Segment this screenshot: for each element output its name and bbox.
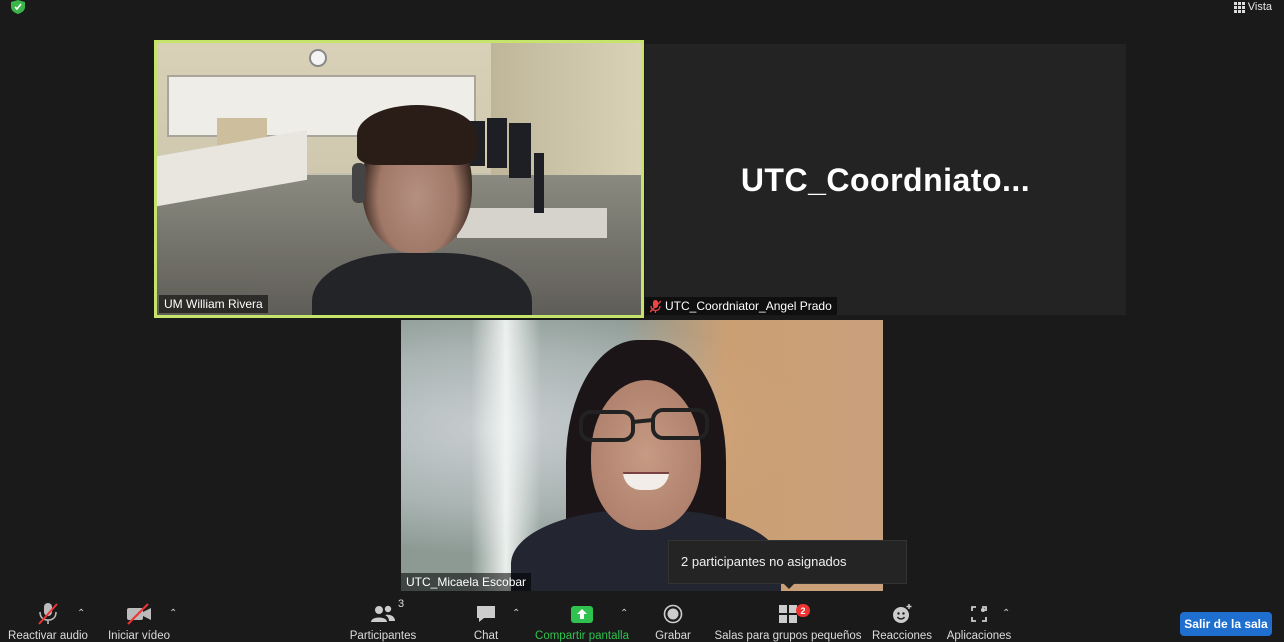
audio-options-caret[interactable]: ⌃ [77, 608, 85, 619]
breakout-rooms-button[interactable]: 2 Salas para grupos pequeños [714, 594, 862, 642]
unmute-label: Reactivar audio [8, 630, 88, 642]
grid-icon [1233, 2, 1245, 13]
apps-icon [966, 602, 992, 626]
participant-name: UTC_Coordniator_Angel Prado [665, 299, 832, 313]
apps-options-caret[interactable]: ⌃ [1002, 608, 1010, 619]
participant-name: UTC_Micaela Escobar [406, 575, 527, 589]
participant-display-name: UTC_Coordniato... [740, 162, 1031, 198]
share-screen-label: Compartir pantalla [535, 630, 629, 642]
view-label: Vista [1247, 1, 1272, 13]
participants-button[interactable]: 3 Participantes [344, 594, 422, 642]
participant-name: UM William Rivera [164, 297, 263, 311]
participant-name-tag: UTC_Micaela Escobar [401, 573, 532, 591]
participants-count: 3 [398, 598, 405, 610]
reactions-label: Reacciones [871, 630, 933, 642]
chat-button[interactable]: Chat [460, 594, 512, 642]
apps-label: Aplicaciones [946, 630, 1012, 642]
emoji-icon [889, 602, 915, 626]
record-label: Grabar [655, 630, 691, 642]
record-icon [660, 602, 686, 626]
people-icon: 3 [370, 598, 404, 626]
mic-muted-icon [650, 299, 661, 313]
share-options-caret[interactable]: ⌃ [620, 608, 628, 619]
video-tile-william-rivera[interactable]: UM William Rivera [154, 40, 644, 318]
chat-options-caret[interactable]: ⌃ [512, 608, 520, 619]
meeting-toolbar: Reactivar audio ⌃ Iniciar vídeo ⌃ 3 Part… [0, 594, 1284, 642]
chat-label: Chat [473, 630, 499, 642]
share-screen-icon [569, 602, 595, 626]
video-tile-angel-prado[interactable]: UTC_Coordniato... UTC_Coordniator_Angel … [645, 44, 1126, 315]
breakout-rooms-icon: 2 [775, 602, 810, 626]
breakout-badge: 2 [796, 604, 810, 617]
start-video-label: Iniciar vídeo [107, 630, 170, 642]
unassigned-participants-tooltip: 2 participantes no asignados [668, 540, 907, 584]
participant-name-tag: UTC_Coordniator_Angel Prado [645, 297, 837, 315]
video-off-icon [126, 602, 152, 626]
tooltip-text: 2 participantes no asignados [681, 554, 847, 569]
breakout-rooms-label: Salas para grupos pequeños [714, 630, 862, 642]
video-feed [157, 43, 641, 315]
share-screen-button[interactable]: Compartir pantalla [530, 594, 634, 642]
chat-icon [473, 602, 499, 626]
reactions-button[interactable]: Reacciones [870, 594, 934, 642]
record-button[interactable]: Grabar [648, 594, 698, 642]
mic-muted-icon [35, 602, 61, 626]
tooltip-arrow [783, 583, 795, 589]
start-video-button[interactable]: Iniciar vídeo [100, 594, 178, 642]
view-button[interactable]: Vista [1233, 0, 1272, 14]
leave-room-button[interactable]: Salir de la sala [1180, 612, 1272, 636]
video-options-caret[interactable]: ⌃ [169, 608, 177, 619]
participants-label: Participantes [349, 630, 417, 642]
security-shield-icon[interactable] [10, 0, 26, 14]
participant-name-tag: UM William Rivera [159, 295, 268, 313]
